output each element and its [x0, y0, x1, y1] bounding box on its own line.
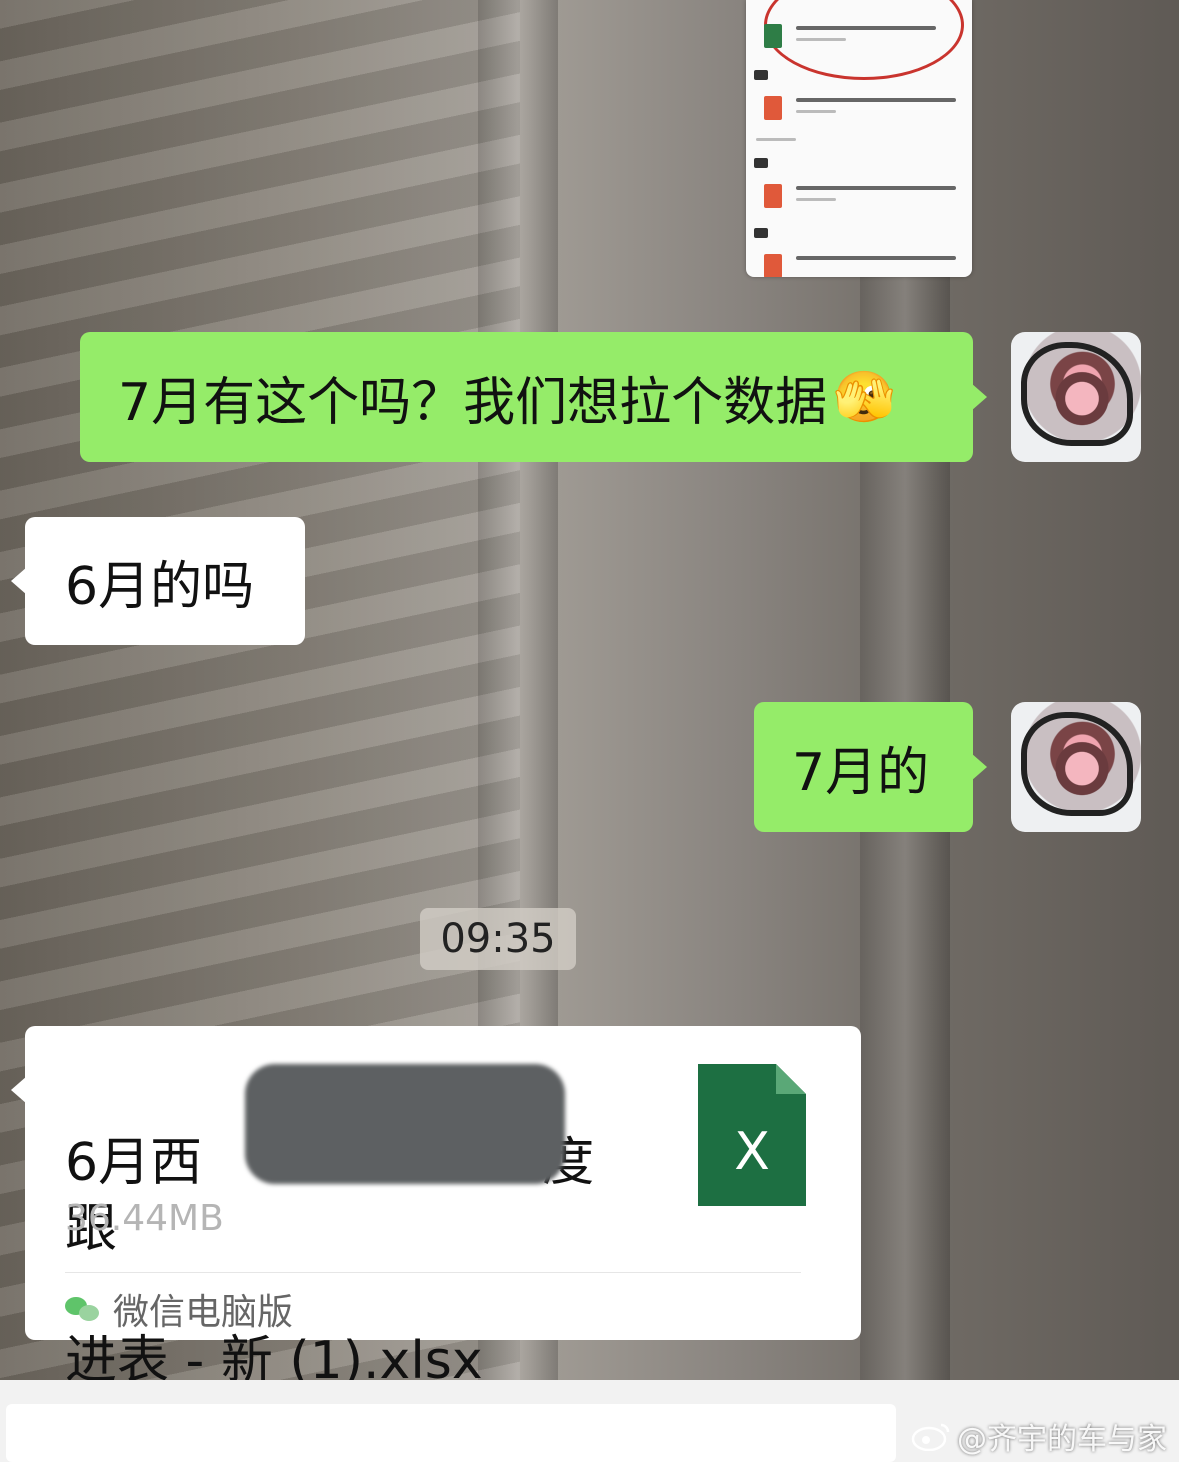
sent-message-bubble[interactable]: 7月有这个吗？我们想拉个数据 🫣	[80, 332, 987, 462]
excel-file-icon: X	[698, 1064, 806, 1206]
excel-file-icon	[764, 24, 782, 48]
peek-emoji-icon: 🫣	[833, 367, 896, 426]
message-text: 6月的吗	[65, 556, 255, 617]
avatar[interactable]	[1011, 332, 1141, 462]
file-name-line1: 6月西	[65, 1133, 203, 1193]
thumbnail-avatar	[754, 158, 768, 168]
received-message-bubble[interactable]: 6月的吗	[11, 517, 305, 645]
divider	[65, 1272, 801, 1273]
thumbnail-text-line	[796, 198, 836, 201]
thumbnail-text-line	[796, 38, 846, 41]
wechat-icon	[65, 1295, 99, 1323]
ppt-file-icon	[764, 184, 782, 208]
watermark-text: @齐宇的车与家	[957, 1422, 1167, 1457]
thumbnail-text-line	[796, 110, 836, 113]
thumbnail-avatar	[754, 70, 768, 80]
ppt-file-icon	[764, 254, 782, 277]
message-input[interactable]	[6, 1404, 896, 1462]
image-message-thumbnail[interactable]	[746, 0, 972, 277]
watermark: @齐宇的车与家	[911, 1414, 1167, 1458]
sent-message-bubble[interactable]: 7月的	[754, 702, 987, 832]
file-size: 36.44MB	[65, 1198, 224, 1239]
thumbnail-text-line	[796, 26, 936, 30]
thumbnail-text-line	[796, 98, 956, 102]
timestamp-pill: 09:35	[420, 908, 576, 970]
ppt-file-icon	[764, 96, 782, 120]
thumbnail-text-line	[796, 186, 956, 190]
avatar[interactable]	[1011, 702, 1141, 832]
thumbnail-text-line	[796, 256, 956, 260]
thumbnail-date	[756, 138, 796, 141]
excel-icon-letter: X	[734, 1122, 770, 1182]
redaction-blur	[245, 1064, 565, 1184]
weibo-icon	[911, 1423, 950, 1451]
file-source-label: 微信电脑版	[113, 1292, 294, 1333]
timestamp-text: 09:35	[440, 916, 556, 962]
thumbnail-avatar	[754, 228, 768, 238]
file-message-card[interactable]: 6月西 度跟 进表 - 新 (1).xlsx 36.44MB X 微信电脑版	[11, 1026, 861, 1391]
file-source: 微信电脑版	[65, 1284, 293, 1334]
message-text: 7月的	[792, 742, 930, 803]
message-text: 7月有这个吗？我们想拉个数据	[118, 372, 828, 433]
